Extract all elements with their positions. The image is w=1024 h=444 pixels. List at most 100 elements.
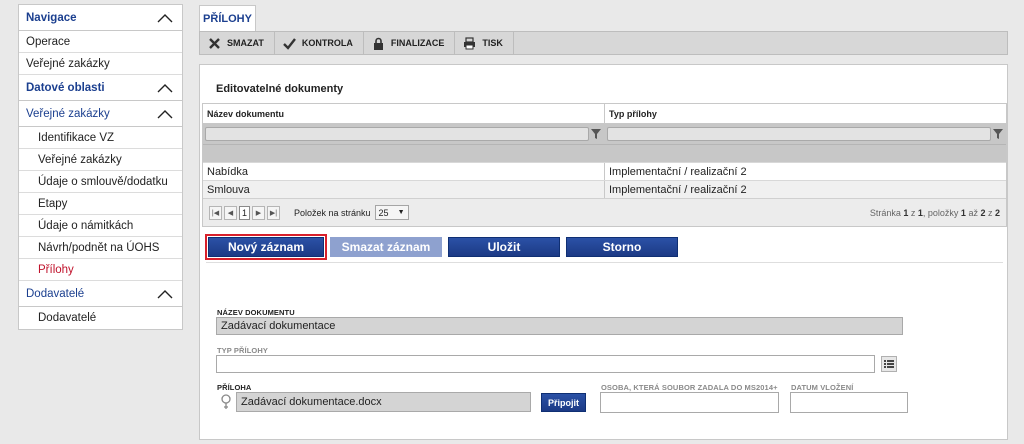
sidebar-item-identifikace-vz[interactable]: Identifikace VZ bbox=[19, 127, 182, 149]
chevron-up-icon bbox=[157, 289, 173, 298]
attachment-field[interactable]: Zadávací dokumentace.docx bbox=[236, 392, 531, 412]
sidebar-group-label: Dodavatelé bbox=[26, 287, 85, 300]
sidebar: Navigace Operace Veřejné zakázky Datové … bbox=[18, 4, 183, 330]
type-field[interactable] bbox=[216, 355, 875, 373]
per-page-label: Položek na stránku bbox=[294, 207, 371, 218]
sidebar-group-dodavatele[interactable]: Dodavatelé bbox=[19, 281, 182, 307]
table-row[interactable]: Smlouva Implementační / realizační 2 bbox=[203, 180, 1006, 198]
check-label: KONTROLA bbox=[301, 38, 353, 48]
sidebar-item-navrh-podnet[interactable]: Návrh/podnět na ÚOHS bbox=[19, 237, 182, 259]
print-label: TISK bbox=[482, 38, 503, 48]
close-icon bbox=[209, 37, 220, 49]
delete-button[interactable]: SMAZAT bbox=[200, 32, 275, 54]
filter-cell-typ bbox=[605, 127, 1006, 141]
filter-input-typ[interactable] bbox=[607, 127, 991, 141]
table-cell: Implementační / realizační 2 bbox=[609, 165, 747, 178]
new-record-button[interactable]: Nový záznam bbox=[205, 234, 327, 260]
table-cell: Smlouva bbox=[203, 181, 605, 198]
sidebar-item-dodavatele[interactable]: Dodavatelé bbox=[19, 307, 182, 329]
delete-record-button[interactable]: Smazat záznam bbox=[330, 237, 442, 257]
sidebar-header-label: Navigace bbox=[26, 11, 77, 24]
sidebar-item-verejne-zakazky[interactable]: Veřejné zakázky bbox=[19, 53, 182, 75]
checkmark-icon bbox=[282, 37, 296, 50]
date-label: DATUM VLOŽENÍ bbox=[791, 383, 854, 392]
sidebar-header-navigace[interactable]: Navigace bbox=[19, 5, 182, 31]
current-page[interactable]: 1 bbox=[239, 205, 250, 220]
sidebar-item-operace[interactable]: Operace bbox=[19, 31, 182, 53]
sidebar-header-datove-oblasti[interactable]: Datové oblasti bbox=[19, 75, 182, 101]
last-page-button[interactable]: ▶| bbox=[267, 205, 280, 220]
pager-info-text: Stránka bbox=[869, 207, 904, 218]
attach-button[interactable]: Připojit bbox=[541, 393, 586, 412]
sidebar-item-label: Operace bbox=[26, 35, 71, 48]
first-page-button[interactable]: |◀ bbox=[209, 205, 222, 220]
sidebar-item-verejne-zakazky-sub[interactable]: Veřejné zakázky bbox=[19, 149, 182, 171]
filter-cell-nazev bbox=[203, 127, 605, 141]
sidebar-item-label: Návrh/podnět na ÚOHS bbox=[38, 241, 160, 254]
filter-row bbox=[203, 124, 1006, 144]
person-label: OSOBA, KTERÁ SOUBOR ZADALA DO MS2014+ bbox=[601, 383, 778, 392]
sidebar-group-verejne-zakazky[interactable]: Veřejné zakázky bbox=[19, 101, 182, 127]
divider bbox=[206, 262, 1003, 263]
print-button[interactable]: TISK bbox=[455, 32, 514, 54]
finalize-label: FINALIZACE bbox=[390, 38, 445, 48]
sidebar-item-label: Veřejné zakázky bbox=[38, 153, 122, 166]
printer-icon bbox=[464, 36, 476, 49]
person-field[interactable] bbox=[600, 392, 779, 413]
table-cell: Implementační / realizační 2 bbox=[609, 183, 747, 196]
action-buttons: Nový záznam Smazat záznam Uložit Storno bbox=[205, 234, 678, 260]
toolbar: SMAZAT KONTROLA FINALIZACE TISK bbox=[199, 31, 1008, 55]
cancel-button[interactable]: Storno bbox=[566, 237, 678, 257]
per-page-value: 25 bbox=[378, 207, 389, 218]
doc-name-field[interactable]: Zadávací dokumentace bbox=[216, 317, 903, 335]
sidebar-item-label: Veřejné zakázky bbox=[26, 57, 110, 70]
save-button[interactable]: Uložit bbox=[448, 237, 560, 257]
chevron-up-icon bbox=[157, 109, 173, 118]
column-header-typ[interactable]: Typ přílohy bbox=[605, 104, 1006, 123]
sidebar-group-label: Veřejné zakázky bbox=[26, 107, 110, 120]
sidebar-item-label: Údaje o námitkách bbox=[38, 219, 134, 232]
pager-info-text: z bbox=[985, 207, 995, 218]
type-label: TYP PŘÍLOHY bbox=[217, 346, 268, 355]
date-field[interactable] bbox=[790, 392, 908, 413]
sidebar-item-label: Údaje o smlouvě/dodatku bbox=[38, 175, 168, 188]
tab-prilohy[interactable]: PŘÍLOHY bbox=[199, 5, 256, 31]
sidebar-item-prilohy[interactable]: Přílohy bbox=[19, 259, 182, 281]
lock-icon bbox=[373, 37, 383, 50]
grid-spacer bbox=[203, 144, 1006, 162]
sidebar-item-label: Přílohy bbox=[38, 263, 74, 276]
per-page-select[interactable]: 25 ▼ bbox=[374, 205, 409, 220]
sidebar-header-label: Datové oblasti bbox=[26, 81, 105, 94]
grid-header: Název dokumentu Typ přílohy bbox=[203, 104, 1006, 124]
filter-icon[interactable] bbox=[591, 129, 601, 139]
pager-info-text: až bbox=[965, 207, 981, 218]
pager: |◀ ◀ 1 ▶ ▶| Položek na stránku 25 ▼ Strá… bbox=[203, 198, 1006, 226]
main-panel: Editovatelné dokumenty Název dokumentu T… bbox=[199, 64, 1008, 440]
column-header-nazev[interactable]: Název dokumentu bbox=[203, 104, 605, 123]
filter-input-nazev[interactable] bbox=[205, 127, 589, 141]
check-button[interactable]: KONTROLA bbox=[275, 32, 364, 54]
pager-info-text: z bbox=[908, 207, 918, 218]
documents-grid: Název dokumentu Typ přílohy Nabídka Impl… bbox=[202, 103, 1007, 227]
doc-name-label: NÁZEV DOKUMENTU bbox=[217, 308, 295, 317]
tab-label: PŘÍLOHY bbox=[203, 12, 252, 25]
sidebar-item-udaje-o-smlouve[interactable]: Údaje o smlouvě/dodatku bbox=[19, 171, 182, 193]
filter-icon[interactable] bbox=[993, 129, 1003, 139]
table-row[interactable]: Nabídka Implementační / realizační 2 bbox=[203, 162, 1006, 180]
attachment-pin-icon bbox=[221, 394, 231, 409]
pager-info-text: , položky bbox=[922, 207, 961, 218]
sidebar-item-label: Etapy bbox=[38, 197, 68, 210]
pager-info-total: 2 bbox=[994, 207, 1000, 218]
attachment-label: PŘÍLOHA bbox=[217, 383, 252, 392]
prev-page-button[interactable]: ◀ bbox=[224, 205, 237, 220]
dropdown-arrow-icon: ▼ bbox=[397, 209, 405, 216]
panel-title: Editovatelné dokumenty bbox=[216, 83, 344, 95]
list-picker-button[interactable] bbox=[881, 356, 897, 372]
sidebar-item-udaje-o-namitkach[interactable]: Údaje o námitkách bbox=[19, 215, 182, 237]
pager-info: Stránka 1 z 1, položky 1 až 2 z 2 bbox=[870, 208, 1000, 218]
sidebar-item-etapy[interactable]: Etapy bbox=[19, 193, 182, 215]
finalize-button[interactable]: FINALIZACE bbox=[364, 32, 456, 54]
sidebar-item-label: Identifikace VZ bbox=[38, 131, 115, 144]
next-page-button[interactable]: ▶ bbox=[252, 205, 265, 220]
list-icon bbox=[884, 360, 894, 368]
